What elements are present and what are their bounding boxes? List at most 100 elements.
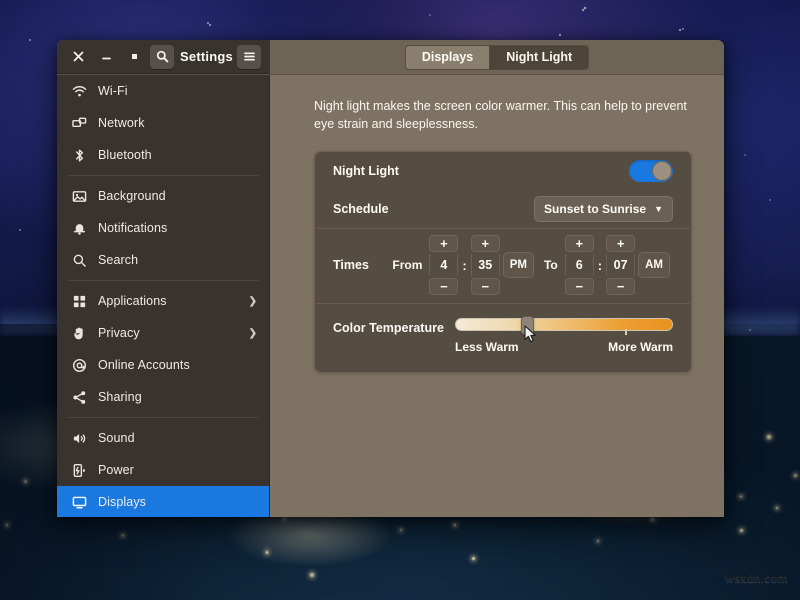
sidebar-item-label: Displays [98,495,257,509]
bluetooth-icon [71,148,87,163]
time-controls: From + 4 − : + 35 − PM [385,235,673,295]
power-icon [71,463,87,478]
from-hour-increment[interactable]: + [429,235,458,252]
sidebar-item-label: Notifications [98,221,257,235]
schedule-value: Sunset to Sunrise [544,202,646,216]
from-hour-stepper[interactable]: + 4 − [429,235,458,295]
chevron-right-icon: ❯ [249,328,257,339]
close-icon[interactable] [66,45,90,69]
slider-captions: Less Warm More Warm [455,340,673,354]
sidebar-item-label: Applications [98,294,238,308]
titlebar-right-section: Displays Night Light [270,40,724,74]
sidebar-separator [67,417,259,418]
watermark: wsxdn.com [725,570,788,586]
sidebar-item-label: Bluetooth [98,148,257,162]
to-time-colon: : [594,258,606,273]
times-label: Times [333,258,369,272]
chevron-right-icon: ❯ [249,296,257,307]
from-minute-stepper[interactable]: + 35 − [471,235,500,295]
sidebar-item-sound[interactable]: Sound [57,422,269,454]
at-icon [71,358,87,373]
sidebar-item-wi-fi[interactable]: Wi-Fi [57,75,269,107]
hand-icon [71,326,87,341]
window-titlebar: Settings Displays Night Light [57,40,724,75]
schedule-dropdown[interactable]: Sunset to Sunrise ▼ [534,196,673,222]
to-minute-increment[interactable]: + [606,235,635,252]
to-label: To [537,258,565,272]
tab-displays[interactable]: Displays [405,45,489,70]
sidebar-item-notifications[interactable]: Notifications [57,212,269,244]
from-minute-decrement[interactable]: − [471,278,500,295]
from-time-colon: : [458,258,470,273]
sidebar-item-online-accounts[interactable]: Online Accounts [57,349,269,381]
sidebar-item-applications[interactable]: Applications ❯ [57,285,269,317]
window-title: Settings [178,49,233,64]
search-icon[interactable] [150,45,174,69]
to-minute-stepper[interactable]: + 07 − [606,235,635,295]
color-temperature-slider[interactable] [455,318,673,331]
from-label: From [385,258,429,272]
slider-max-label: More Warm [608,340,673,354]
bell-icon [71,221,87,236]
tab-night-light[interactable]: Night Light [489,45,589,70]
color-temperature-slider-area: Less Warm More Warm [455,312,673,354]
window-body: Wi-Fi Network Bluetooth Background Notificat… [57,75,724,517]
grid-icon [71,294,87,309]
sidebar-item-label: Power [98,463,257,477]
hamburger-menu-icon[interactable] [237,45,261,69]
sidebar-separator [67,280,259,281]
network-icon [71,116,87,131]
search-icon [71,253,87,268]
toggle-knob [652,161,672,181]
times-row: Times From + 4 − : + 35 − [315,229,691,303]
maximize-icon[interactable] [122,45,146,69]
from-period-button[interactable]: PM [503,252,534,278]
minimize-icon[interactable] [94,45,118,69]
from-hour-value[interactable]: 4 [429,254,458,276]
slider-min-label: Less Warm [455,340,519,354]
chevron-down-icon: ▼ [654,204,663,214]
to-hour-stepper[interactable]: + 6 − [565,235,594,295]
from-minute-increment[interactable]: + [471,235,500,252]
color-temperature-row: Color Temperature Less Warm [315,304,691,368]
sidebar-item-label: Background [98,189,257,203]
sidebar-item-network[interactable]: Network [57,107,269,139]
sidebar-item-label: Online Accounts [98,358,257,372]
panel-description: Night light makes the screen color warme… [314,97,689,133]
sidebar-item-label: Privacy [98,326,238,340]
sidebar-item-displays[interactable]: Displays [57,486,269,517]
sidebar-item-label: Sound [98,431,257,445]
sidebar-item-label: Sharing [98,390,257,404]
night-light-row: Night Light [315,152,691,190]
share-icon [71,390,87,405]
to-hour-decrement[interactable]: − [565,278,594,295]
from-hour-decrement[interactable]: − [429,278,458,295]
image-icon [71,189,87,204]
schedule-label: Schedule [333,202,389,216]
sidebar-item-label: Wi-Fi [98,84,257,98]
monitor-icon [71,495,87,510]
sidebar-item-sharing[interactable]: Sharing [57,381,269,413]
to-period-button[interactable]: AM [638,252,670,278]
wifi-icon [71,84,87,99]
sidebar-item-power[interactable]: Power [57,454,269,486]
sidebar-item-bluetooth[interactable]: Bluetooth [57,139,269,171]
to-minute-decrement[interactable]: − [606,278,635,295]
night-light-toggle[interactable] [629,160,673,182]
speaker-icon [71,431,87,446]
sidebar-separator [67,175,259,176]
sidebar-item-background[interactable]: Background [57,180,269,212]
sidebar-item-search[interactable]: Search [57,244,269,276]
night-light-label: Night Light [333,164,399,178]
schedule-row: Schedule Sunset to Sunrise ▼ [315,190,691,228]
to-hour-value[interactable]: 6 [565,254,594,276]
sidebar-item-privacy[interactable]: Privacy ❯ [57,317,269,349]
slider-handle[interactable] [521,316,534,335]
to-minute-value[interactable]: 07 [606,254,635,276]
from-minute-value[interactable]: 35 [471,254,500,276]
night-light-card: Night Light Schedule Sunset to Sunrise ▼ [314,151,692,373]
to-hour-increment[interactable]: + [565,235,594,252]
color-temperature-label: Color Temperature [333,312,444,335]
titlebar-left-section: Settings [57,40,270,74]
sidebar-item-label: Search [98,253,257,267]
